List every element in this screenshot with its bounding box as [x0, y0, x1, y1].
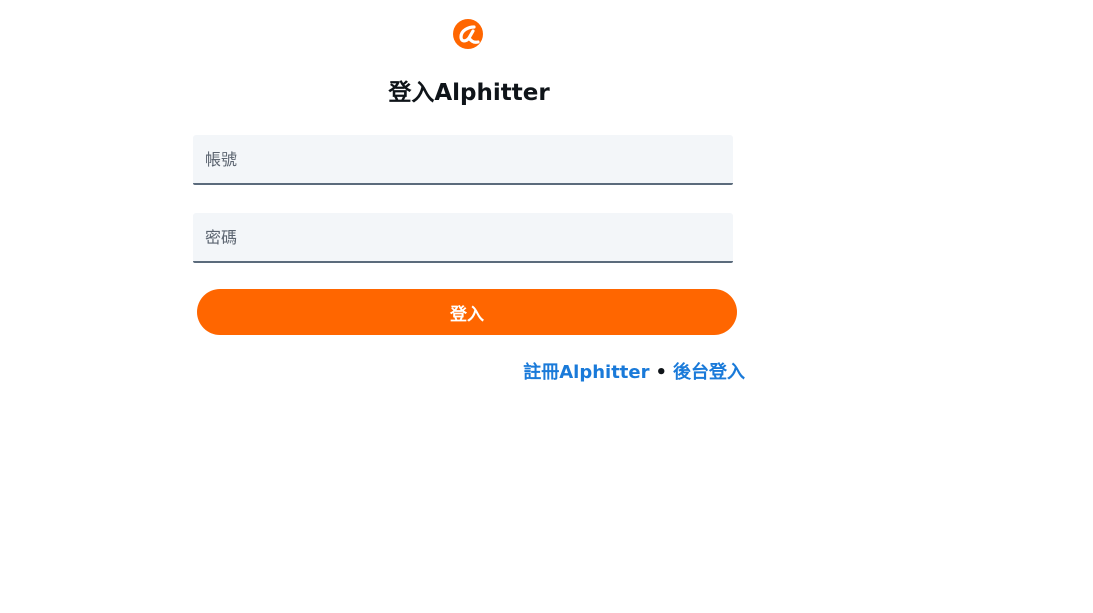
auth-links: 註冊Alphitter • 後台登入	[523, 359, 745, 387]
admin-login-link[interactable]: 後台登入	[673, 362, 745, 383]
alphitter-logo-icon	[452, 18, 484, 50]
register-link[interactable]: 註冊Alphitter	[523, 362, 649, 383]
link-separator: •	[655, 362, 667, 383]
login-page: 登入Alphitter 登入 註冊Alphitter • 後台登入	[0, 0, 1093, 613]
page-title: 登入Alphitter	[388, 80, 550, 106]
password-input[interactable]	[193, 213, 733, 263]
login-button[interactable]: 登入	[197, 289, 737, 335]
username-input[interactable]	[193, 135, 733, 185]
